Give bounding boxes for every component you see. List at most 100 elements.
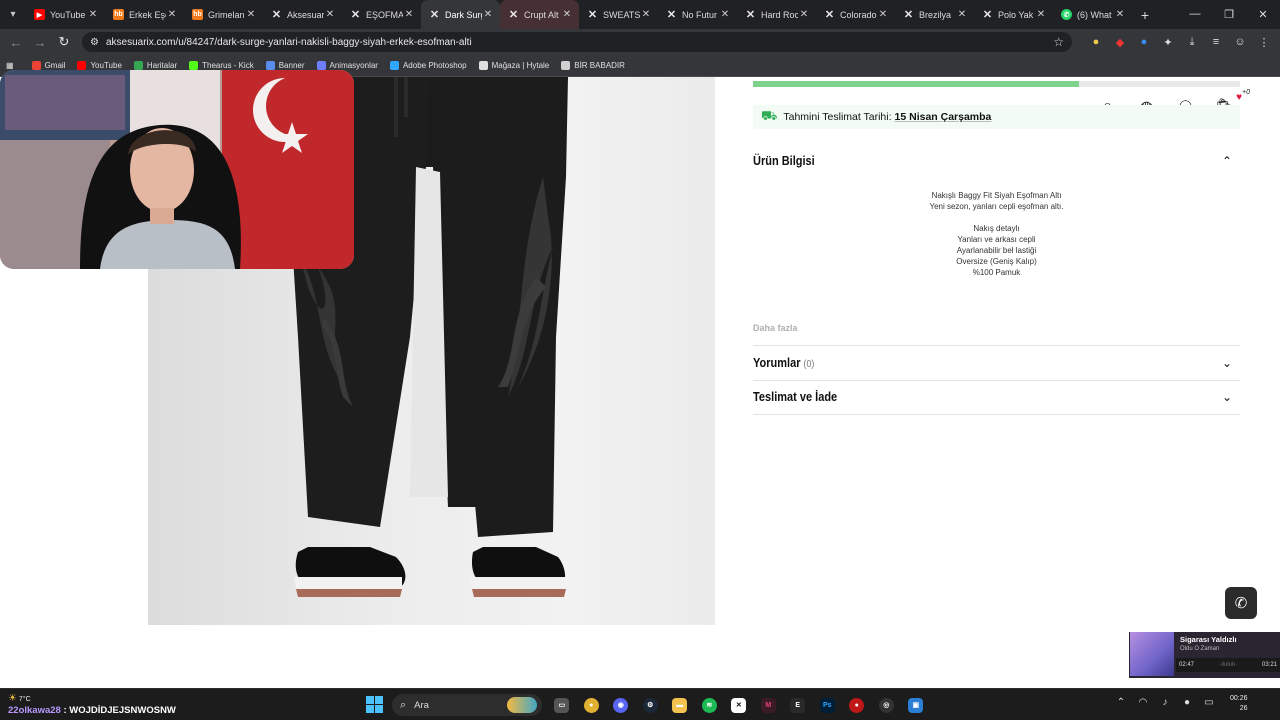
tab-close-icon[interactable]: ✕ xyxy=(956,9,968,20)
product-info-header[interactable]: Ürün Bilgisi ⌃ xyxy=(753,151,1240,171)
chevron-up-icon[interactable]: ⌃ xyxy=(1222,154,1232,168)
obs-icon[interactable]: ◎ xyxy=(872,694,902,716)
system-clock[interactable]: 00:26 26 xyxy=(1230,694,1248,714)
browser-tab[interactable]: ✕ Dark Surg ✕ xyxy=(421,0,500,29)
file-explorer-icon[interactable]: ▬ xyxy=(665,694,695,716)
apps-grid-icon[interactable]: ▦ xyxy=(6,61,14,70)
mic-icon[interactable]: ● xyxy=(1176,697,1198,708)
tray-overflow-icon[interactable]: ⌃ xyxy=(1110,697,1132,708)
cart-count-badge: +0 xyxy=(1242,89,1250,96)
tab-close-icon[interactable]: ✕ xyxy=(719,9,731,20)
tab-close-icon[interactable]: ✕ xyxy=(166,9,178,20)
bookmark-item[interactable]: Banner xyxy=(265,61,305,70)
browser-tab[interactable]: ✕ Hard Roc ✕ xyxy=(737,0,816,29)
browser-tab[interactable]: ✕ Colorado ✕ xyxy=(816,0,895,29)
extension-blue-icon[interactable]: ● xyxy=(1132,36,1156,48)
display-icon[interactable]: ▭ xyxy=(1198,697,1220,708)
taskbar-search-placeholder: Ara xyxy=(414,699,429,711)
address-bar[interactable]: ⚙ aksesuarix.com/u/84247/dark-surge-yanl… xyxy=(82,32,1072,52)
reviews-header[interactable]: Yorumlar (0) ⌄ xyxy=(753,353,1240,373)
browser-tab[interactable]: ▶ YouTube ✕ xyxy=(26,0,105,29)
show-more-link[interactable]: Daha fazla xyxy=(753,323,798,333)
tab-close-icon[interactable]: ✕ xyxy=(877,9,889,20)
tab-close-icon[interactable]: ✕ xyxy=(1114,9,1126,20)
divider xyxy=(753,345,1240,346)
photos-icon[interactable]: ▣ xyxy=(901,694,931,716)
tab-close-icon[interactable]: ✕ xyxy=(640,9,652,20)
browser-tab[interactable]: ✆ (6) What ✕ xyxy=(1053,0,1132,29)
browser-tab[interactable]: ✕ Brezilya ✕ xyxy=(895,0,974,29)
app-circle-red-icon[interactable]: ● xyxy=(842,694,872,716)
tab-search-icon[interactable]: ▾ xyxy=(0,0,26,29)
epic-games-icon[interactable]: E xyxy=(783,694,813,716)
bookmark-item[interactable]: Animasyonlar xyxy=(316,61,378,70)
bookmark-item[interactable]: YouTube xyxy=(77,61,122,70)
extension-profile-icon[interactable]: ● xyxy=(1084,36,1108,48)
download-icon[interactable]: ⤓ xyxy=(1180,36,1204,49)
tab-close-icon[interactable]: ✕ xyxy=(561,9,573,20)
forward-icon[interactable]: → xyxy=(28,29,52,55)
extension-red-icon[interactable]: ◆ xyxy=(1108,36,1132,49)
browser-tab[interactable]: ✕ No Futur ✕ xyxy=(658,0,737,29)
task-view-icon[interactable]: ▭ xyxy=(547,694,577,716)
bookmark-item[interactable]: Mağaza | Hytale xyxy=(478,61,549,70)
reading-list-icon[interactable]: ≡ xyxy=(1204,36,1228,48)
tab-title: EŞOFMA xyxy=(366,9,403,20)
minimize-icon[interactable]: — xyxy=(1178,8,1212,21)
bookmark-item[interactable]: BİR BABADIR xyxy=(561,61,625,70)
discord-icon[interactable]: ◉ xyxy=(606,694,636,716)
chrome-icon[interactable]: ● xyxy=(577,694,607,716)
reload-icon[interactable]: ↻ xyxy=(52,29,76,55)
youtube-icon: ▶ xyxy=(34,9,45,20)
menu-icon[interactable]: ⋮ xyxy=(1252,36,1276,49)
chevron-down-icon[interactable]: ⌄ xyxy=(1222,390,1232,404)
bookmark-item[interactable]: Adobe Photoshop xyxy=(389,61,467,70)
total-time: 03:21 xyxy=(1261,662,1277,668)
chevron-down-icon[interactable]: ⌄ xyxy=(1222,356,1232,370)
browser-tab[interactable]: ✕ Polo Yak ✕ xyxy=(974,0,1053,29)
tab-close-icon[interactable]: ✕ xyxy=(87,9,99,20)
photoshop-icon[interactable]: Ps xyxy=(813,694,843,716)
restore-icon[interactable]: ❐ xyxy=(1212,8,1246,21)
bookmark-favicon-icon xyxy=(31,61,41,70)
bookmark-item[interactable]: Gmail xyxy=(31,61,66,70)
weather-widget[interactable]: ☀ 7°C xyxy=(8,693,31,704)
profile-icon[interactable]: ☺ xyxy=(1228,36,1252,48)
tab-close-icon[interactable]: ✕ xyxy=(482,9,494,20)
x-icon: ✕ xyxy=(982,9,993,21)
browser-tab[interactable]: hb Erkek Eşo ✕ xyxy=(105,0,184,29)
volume-icon[interactable]: ♪ xyxy=(1154,697,1176,708)
browser-tab[interactable]: ✕SWEATSH✕ xyxy=(579,0,658,29)
close-window-icon[interactable]: ✕ xyxy=(1246,8,1280,21)
windows-start-icon[interactable] xyxy=(366,696,383,713)
steam-icon[interactable]: ⚙ xyxy=(636,694,666,716)
tab-title: Grimelan xyxy=(208,9,245,20)
back-icon[interactable]: ← xyxy=(4,29,28,55)
tab-close-icon[interactable]: ✕ xyxy=(1035,9,1047,20)
browser-tab[interactable]: ✕ Crupt Alt ✕ xyxy=(500,0,579,29)
taskbar-search[interactable]: ⌕ Ara xyxy=(392,694,542,716)
whatsapp-chat-button[interactable]: ✆ xyxy=(1225,587,1257,619)
app-red-icon[interactable]: M xyxy=(754,694,784,716)
bookmark-item[interactable]: Haritalar xyxy=(133,61,177,70)
spotify-icon[interactable]: ≋ xyxy=(695,694,725,716)
capcut-icon[interactable]: ✕ xyxy=(724,694,754,716)
tab-close-icon[interactable]: ✕ xyxy=(324,9,336,20)
tab-close-icon[interactable]: ✕ xyxy=(403,9,415,20)
new-tab-button[interactable]: + xyxy=(1132,7,1158,23)
tab-close-icon[interactable]: ✕ xyxy=(798,9,810,20)
browser-tab[interactable]: hb Grimelan ✕ xyxy=(184,0,263,29)
wifi-icon[interactable]: ◠ xyxy=(1132,697,1154,708)
browser-tab[interactable]: ✕ EŞOFMA ✕ xyxy=(342,0,421,29)
extensions-puzzle-icon[interactable]: ✦ xyxy=(1156,36,1180,49)
site-info-icon[interactable]: ⚙ xyxy=(90,37,99,48)
description-line: Yeni sezon, yanları cepli eşofman altı. xyxy=(929,202,1064,211)
bookmarks-list: Gmail YouTube Haritalar Thearus - Kick Banne… xyxy=(31,61,637,70)
chat-username: olkawa28 xyxy=(18,705,61,716)
bookmark-star-icon[interactable]: ☆ xyxy=(1053,35,1064,49)
bookmark-item[interactable]: Thearus - Kick xyxy=(189,61,254,70)
browser-tab[interactable]: ✕ Aksesuar ✕ xyxy=(263,0,342,29)
shipping-returns-header[interactable]: Teslimat ve İade ⌄ xyxy=(753,387,1240,407)
bookmark-label: Gmail xyxy=(44,61,66,70)
tab-close-icon[interactable]: ✕ xyxy=(245,9,257,20)
